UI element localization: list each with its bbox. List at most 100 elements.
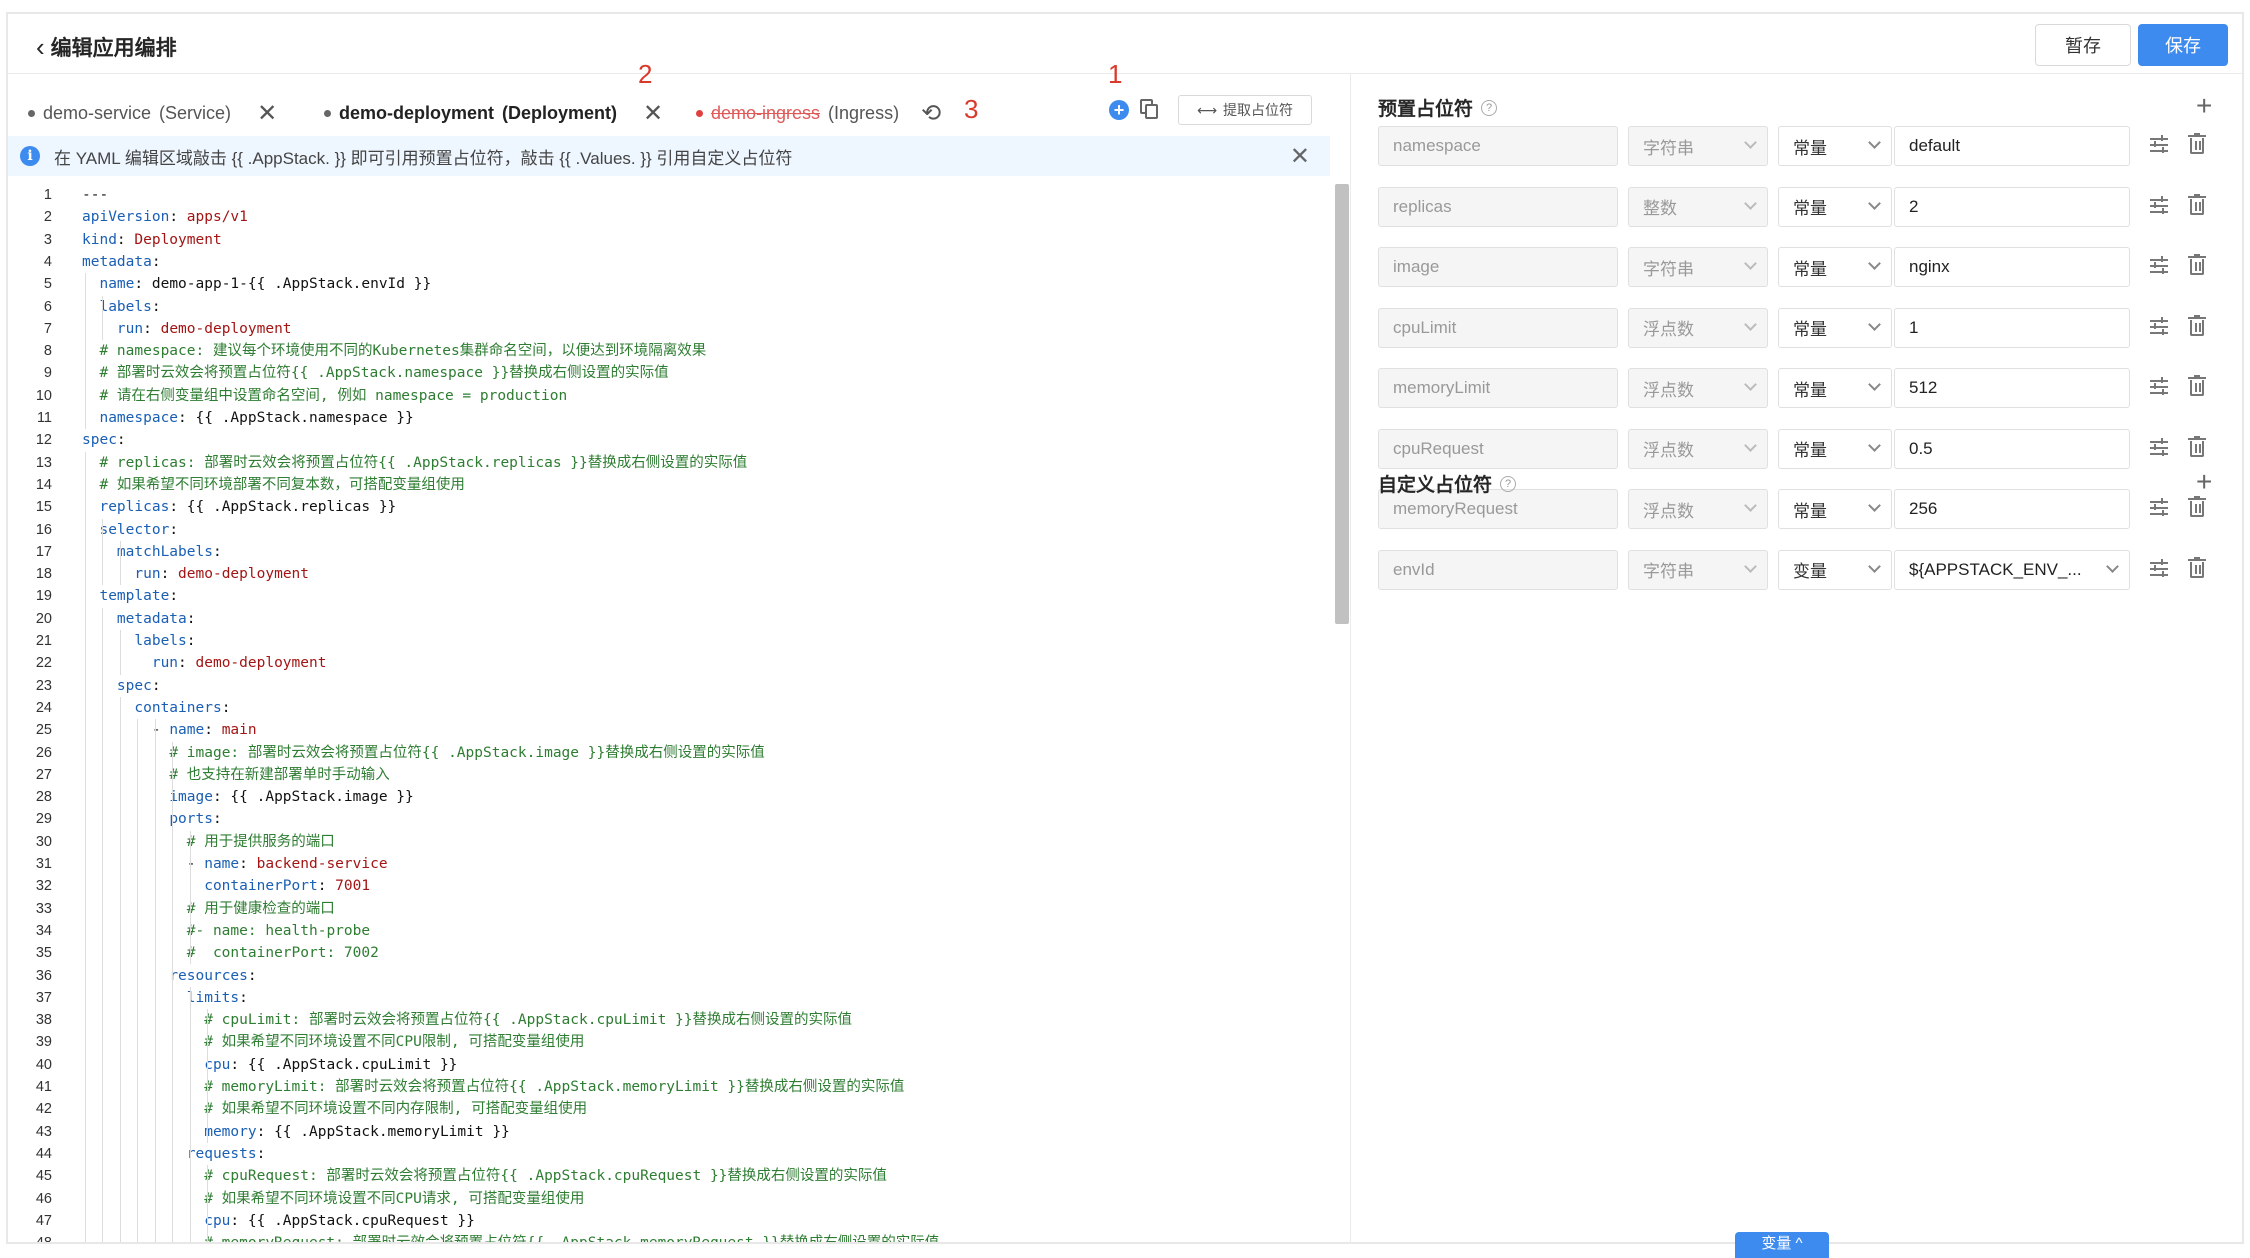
code-line[interactable]: 43 memory: {{ .AppStack.memoryLimit }} xyxy=(8,1121,1330,1143)
code-line[interactable]: 19 template: xyxy=(8,585,1330,607)
settings-sliders-icon[interactable] xyxy=(2150,558,2170,579)
code-line[interactable]: 20 metadata: xyxy=(8,608,1330,630)
code-line[interactable]: 33 # 用于健康检查的端口 xyxy=(8,898,1330,920)
trash-icon[interactable] xyxy=(2188,193,2206,216)
code-line[interactable]: 28 image: {{ .AppStack.image }} xyxy=(8,786,1330,808)
help-icon[interactable]: ? xyxy=(1481,99,1498,116)
placeholder-mode-select[interactable]: 常量 xyxy=(1778,489,1892,529)
code-line[interactable]: 30 # 用于提供服务的端口 xyxy=(8,831,1330,853)
add-preset-icon[interactable]: + xyxy=(2196,90,2212,122)
code-line[interactable]: 42 # 如果希望不同环境设置不同内存限制, 可搭配变量组使用 xyxy=(8,1098,1330,1120)
code-line[interactable]: 17 matchLabels: xyxy=(8,541,1330,563)
settings-sliders-icon[interactable] xyxy=(2150,256,2170,276)
placeholder-value-input[interactable]: 0.5 xyxy=(1894,428,2130,469)
code-line[interactable]: 46 # 如果希望不同环境设置不同CPU请求, 可搭配变量组使用 xyxy=(8,1188,1330,1210)
code-line[interactable]: 34 #- name: health-probe xyxy=(8,920,1330,942)
code-line[interactable]: 12 spec: xyxy=(8,429,1330,451)
trash-icon[interactable] xyxy=(2188,254,2206,276)
undo-icon[interactable]: ⟲ xyxy=(921,99,941,128)
code-line[interactable]: 6 labels: xyxy=(8,296,1330,318)
code-line[interactable]: 23 spec: xyxy=(8,675,1330,697)
yaml-editor[interactable]: 1 --- 2 apiVersion: apps/v1 3 kind: Deploymen… xyxy=(8,184,1330,1242)
trash-icon[interactable] xyxy=(2188,375,2206,397)
tab-demo-service[interactable]: demo-service (Service) ✕ xyxy=(28,98,277,128)
code-line[interactable]: 36 resources: xyxy=(8,965,1330,987)
placeholder-value-input[interactable]: default xyxy=(1894,126,2130,166)
copy-icon[interactable] xyxy=(1140,99,1160,121)
code-line[interactable]: 10 # 请在右侧变量组中设置命名空间, 例如 namespace = prod… xyxy=(8,385,1330,407)
editor-scrollbar[interactable] xyxy=(1335,184,1349,624)
settings-sliders-icon[interactable] xyxy=(2150,437,2170,458)
draft-button[interactable]: 暂存 xyxy=(2035,24,2131,66)
settings-sliders-icon[interactable] xyxy=(2150,498,2170,518)
code-line[interactable]: 44 requests: xyxy=(8,1143,1330,1165)
trash-icon[interactable] xyxy=(2188,133,2206,155)
code-line[interactable]: 27 # 也支持在新建部署单时手动输入 xyxy=(8,764,1330,786)
close-icon[interactable]: ✕ xyxy=(643,99,663,128)
code-line[interactable]: 31 - name: backend-service xyxy=(8,853,1330,875)
code-line[interactable]: 18 run: demo-deployment xyxy=(8,563,1330,585)
code-line[interactable]: 1 --- xyxy=(8,184,1330,206)
add-custom-icon[interactable]: + xyxy=(2196,466,2212,498)
code-line[interactable]: 45 # cpuRequest: 部署时云效会将预置占位符{{ .AppStac… xyxy=(8,1165,1330,1187)
placeholder-mode-select[interactable]: 常量 xyxy=(1778,186,1892,227)
settings-sliders-icon[interactable] xyxy=(2150,377,2170,397)
help-icon[interactable]: ? xyxy=(1500,475,1517,492)
extract-placeholder-button[interactable]: ⟷ 提取占位符 xyxy=(1178,95,1312,125)
code-line[interactable]: 32 containerPort: 7001 xyxy=(8,875,1330,897)
settings-sliders-icon[interactable] xyxy=(2150,316,2170,337)
code-line[interactable]: 38 # cpuLimit: 部署时云效会将预置占位符{{ .AppStack.… xyxy=(8,1009,1330,1031)
trash-icon[interactable] xyxy=(2188,435,2206,458)
code-line[interactable]: 3 kind: Deployment xyxy=(8,229,1330,251)
code-line[interactable]: 4 metadata: xyxy=(8,251,1330,273)
placeholder-value-input[interactable]: nginx xyxy=(1894,247,2130,287)
code-line[interactable]: 8 # namespace: 建议每个环境使用不同的Kubernetes集群命名… xyxy=(8,340,1330,362)
code-line[interactable]: 24 containers: xyxy=(8,697,1330,719)
code-line[interactable]: 5 name: demo-app-1-{{ .AppStack.envId }} xyxy=(8,273,1330,295)
code-line[interactable]: 48 # memoryRequest: 部署时云效会将预置占位符{{ .AppS… xyxy=(8,1232,1330,1242)
code-line[interactable]: 22 run: demo-deployment xyxy=(8,652,1330,674)
placeholder-value-input[interactable]: 1 xyxy=(1894,307,2130,348)
trash-icon[interactable] xyxy=(2188,314,2206,337)
placeholder-value-input[interactable]: ${APPSTACK_ENV_... xyxy=(1894,549,2130,590)
close-icon[interactable]: ✕ xyxy=(257,99,277,128)
code-line[interactable]: 37 limits: xyxy=(8,987,1330,1009)
settings-sliders-icon[interactable] xyxy=(2150,195,2170,216)
code-line[interactable]: 35 # containerPort: 7002 xyxy=(8,942,1330,964)
code-line[interactable]: 39 # 如果希望不同环境设置不同CPU限制, 可搭配变量组使用 xyxy=(8,1031,1330,1053)
code-line[interactable]: 7 run: demo-deployment xyxy=(8,318,1330,340)
code-line[interactable]: 15 replicas: {{ .AppStack.replicas }} xyxy=(8,496,1330,518)
code-line[interactable]: 11 namespace: {{ .AppStack.namespace }} xyxy=(8,407,1330,429)
close-icon[interactable]: ✕ xyxy=(1290,142,1310,171)
code-line[interactable]: 25 - name: main xyxy=(8,719,1330,741)
code-line[interactable]: 2 apiVersion: apps/v1 xyxy=(8,206,1330,228)
tab-demo-ingress[interactable]: demo-ingress (Ingress) ⟲ xyxy=(696,98,941,128)
code-line[interactable]: 16 selector: xyxy=(8,519,1330,541)
placeholder-mode-select[interactable]: 常量 xyxy=(1778,307,1892,348)
code-line[interactable]: 14 # 如果希望不同环境部署不同复本数，可搭配变量组使用 xyxy=(8,474,1330,496)
trash-icon[interactable] xyxy=(2188,496,2206,518)
save-button[interactable]: 保存 xyxy=(2138,24,2228,66)
settings-sliders-icon[interactable] xyxy=(2150,135,2170,155)
code-line[interactable]: 40 cpu: {{ .AppStack.cpuLimit }} xyxy=(8,1054,1330,1076)
trash-icon[interactable] xyxy=(2188,556,2206,579)
placeholder-value-input[interactable]: 512 xyxy=(1894,368,2130,408)
code-line[interactable]: 13 # replicas: 部署时云效会将预置占位符{{ .AppStack.… xyxy=(8,452,1330,474)
variable-panel-toggle[interactable]: 变量 ^ xyxy=(1735,1232,1829,1258)
placeholder-value-input[interactable]: 256 xyxy=(1894,489,2130,529)
code-line[interactable]: 26 # image: 部署时云效会将预置占位符{{ .AppStack.ima… xyxy=(8,742,1330,764)
code-line[interactable]: 29 ports: xyxy=(8,808,1330,830)
tab-demo-deployment[interactable]: demo-deployment (Deployment) ✕ xyxy=(315,98,664,144)
placeholder-value-input[interactable]: 2 xyxy=(1894,186,2130,227)
add-resource-icon[interactable]: + xyxy=(1109,100,1129,120)
placeholder-mode-select[interactable]: 变量 xyxy=(1778,549,1892,590)
placeholder-mode-select[interactable]: 常量 xyxy=(1778,428,1892,469)
back-button[interactable]: ‹ 编辑应用编排 xyxy=(36,32,177,62)
code-line[interactable]: 21 labels: xyxy=(8,630,1330,652)
placeholder-mode-select[interactable]: 常量 xyxy=(1778,368,1892,408)
code-line[interactable]: 9 # 部署时云效会将预置占位符{{ .AppStack.namespace }… xyxy=(8,362,1330,384)
code-line[interactable]: 41 # memoryLimit: 部署时云效会将预置占位符{{ .AppSta… xyxy=(8,1076,1330,1098)
placeholder-mode-select[interactable]: 常量 xyxy=(1778,247,1892,287)
placeholder-mode-select[interactable]: 常量 xyxy=(1778,126,1892,166)
code-line[interactable]: 47 cpu: {{ .AppStack.cpuRequest }} xyxy=(8,1210,1330,1232)
